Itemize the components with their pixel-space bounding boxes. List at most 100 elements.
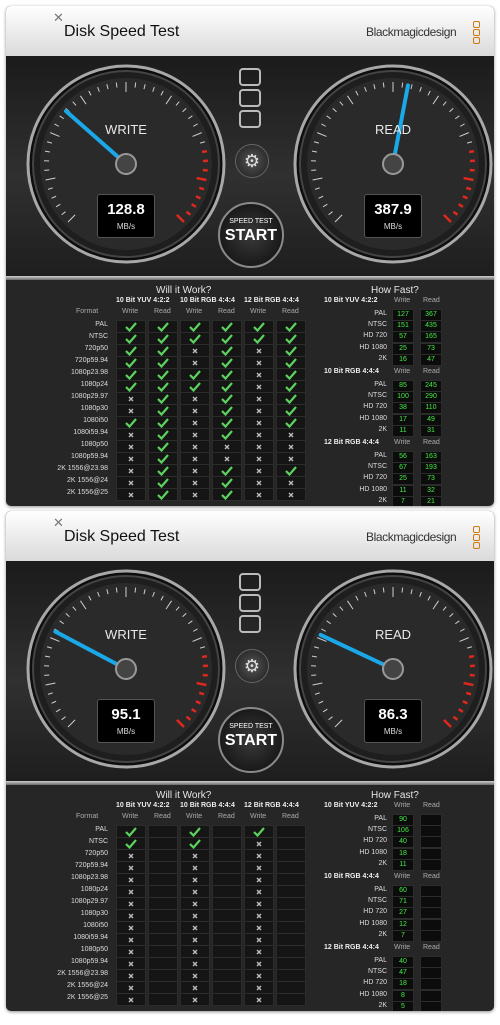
speed-row-label: HD 720 [363,474,387,482]
test-size-selector[interactable] [239,68,261,131]
cross-icon [256,360,262,366]
gear-icon[interactable]: ⚙ [235,144,269,178]
read-column-header: Read [423,368,440,375]
app-title: Disk Speed Test [64,528,180,545]
cross-icon [256,961,262,967]
write-gauge-label: WRITE [105,627,147,642]
write-speed-readout: 128.8 MB/s [97,194,155,238]
compat-cell [276,488,306,501]
size-slot-icon[interactable] [239,615,261,633]
write-fps-value: 127 [392,309,414,321]
gear-icon[interactable]: ⚙ [235,649,269,683]
check-icon [157,382,169,392]
speed-row-label: NTSC [367,321,387,329]
check-icon [253,334,265,344]
read-fps-value: 245 [420,380,442,392]
read-speed-value: 387.9 [374,201,412,218]
cross-icon [128,973,134,979]
read-column-header: Read [282,813,299,820]
check-icon [285,370,297,380]
size-slot-icon[interactable] [239,68,261,86]
divider [6,781,494,785]
write-fps-value: 11 [392,424,414,437]
size-slot-icon[interactable] [239,573,261,591]
write-column-header: Write [394,873,411,880]
speed-row-label: 2K [378,354,387,362]
speed-group-header: 12 Bit RGB 4:4:4 [324,944,379,951]
format-label: 2K 1556@24 [67,477,108,484]
format-label: 1080p24 [80,886,108,893]
format-label: 1080i59.94 [73,429,108,436]
check-icon [157,418,169,428]
speed-row-label: PAL [374,957,387,964]
format-label: NTSC [88,333,108,340]
cross-icon [256,853,262,859]
write-column-header: Write [122,308,139,315]
read-fps-value [420,885,442,897]
write-fps-value: 151 [392,320,414,333]
write-fps-value: 5 [392,1000,414,1011]
write-fps-value: 106 [392,825,414,838]
write-fps-value: 11 [392,484,414,497]
check-icon [285,382,297,392]
cross-icon [256,877,262,883]
start-button[interactable]: SPEED TEST START [218,202,284,268]
write-speed-value: 95.1 [111,706,141,723]
write-fps-value: 60 [392,885,414,897]
check-icon [253,322,265,332]
compat-cell [116,993,146,1006]
format-label: 1080p50 [80,441,108,448]
speed-row-label: NTSC [367,968,387,976]
check-icon [157,346,169,356]
write-column-header: Write [394,297,411,304]
app-title: Disk Speed Test [64,23,180,40]
read-column-header: Read [154,308,171,315]
write-column-header: Write [250,308,267,315]
read-gauge-label: READ [374,627,412,642]
check-icon [221,394,233,404]
cross-icon [256,937,262,943]
cross-icon [256,384,262,390]
check-icon [157,442,169,452]
write-fps-value: 25 [392,342,414,355]
cross-icon [256,396,262,402]
write-speed-unit: MB/s [116,727,136,736]
cross-icon [256,420,262,426]
format-group-header: 10 Bit YUV 4:2:2 [116,802,170,809]
compat-cell [244,993,274,1006]
compat-cell [276,993,306,1006]
brand-name: Blackmagicdesign [366,530,457,544]
write-fps-value: 27 [392,907,414,920]
check-icon [285,358,297,368]
check-icon [125,827,137,837]
speed-row-label: HD 1080 [359,848,387,856]
compat-cell [116,488,146,501]
cross-icon [192,901,198,907]
cross-icon [256,432,262,438]
read-fps-value: 73 [420,342,442,355]
size-slot-icon[interactable] [239,110,261,128]
start-button[interactable]: SPEED TEST START [218,707,284,773]
gauge-panel: WRITE 95.1 MB/s READ 86.3 MB/s ⚙ SPEED TEST STAR… [6,561,494,781]
speed-row-label: HD 1080 [359,414,387,422]
read-column-header: Read [154,813,171,820]
check-icon [157,406,169,416]
write-column-header: Write [394,439,411,446]
cross-icon [256,408,262,414]
size-slot-icon[interactable] [239,594,261,612]
speed-row-label: HD 720 [363,403,387,411]
read-fps-value: 193 [420,462,442,475]
format-label: 1080p59.94 [71,958,108,965]
read-fps-value: 49 [420,413,442,426]
speed-row-label: NTSC [367,392,387,400]
check-icon [221,430,233,440]
cross-icon [128,949,134,955]
format-label: 1080p29.97 [71,393,108,400]
write-fps-value: 67 [392,462,414,475]
cross-icon [128,865,134,871]
format-label: 720p59.94 [74,862,108,869]
test-size-selector[interactable] [239,573,261,636]
compat-cell [148,993,178,1006]
size-slot-icon[interactable] [239,89,261,107]
blackmagic-logo-icon [471,525,482,549]
